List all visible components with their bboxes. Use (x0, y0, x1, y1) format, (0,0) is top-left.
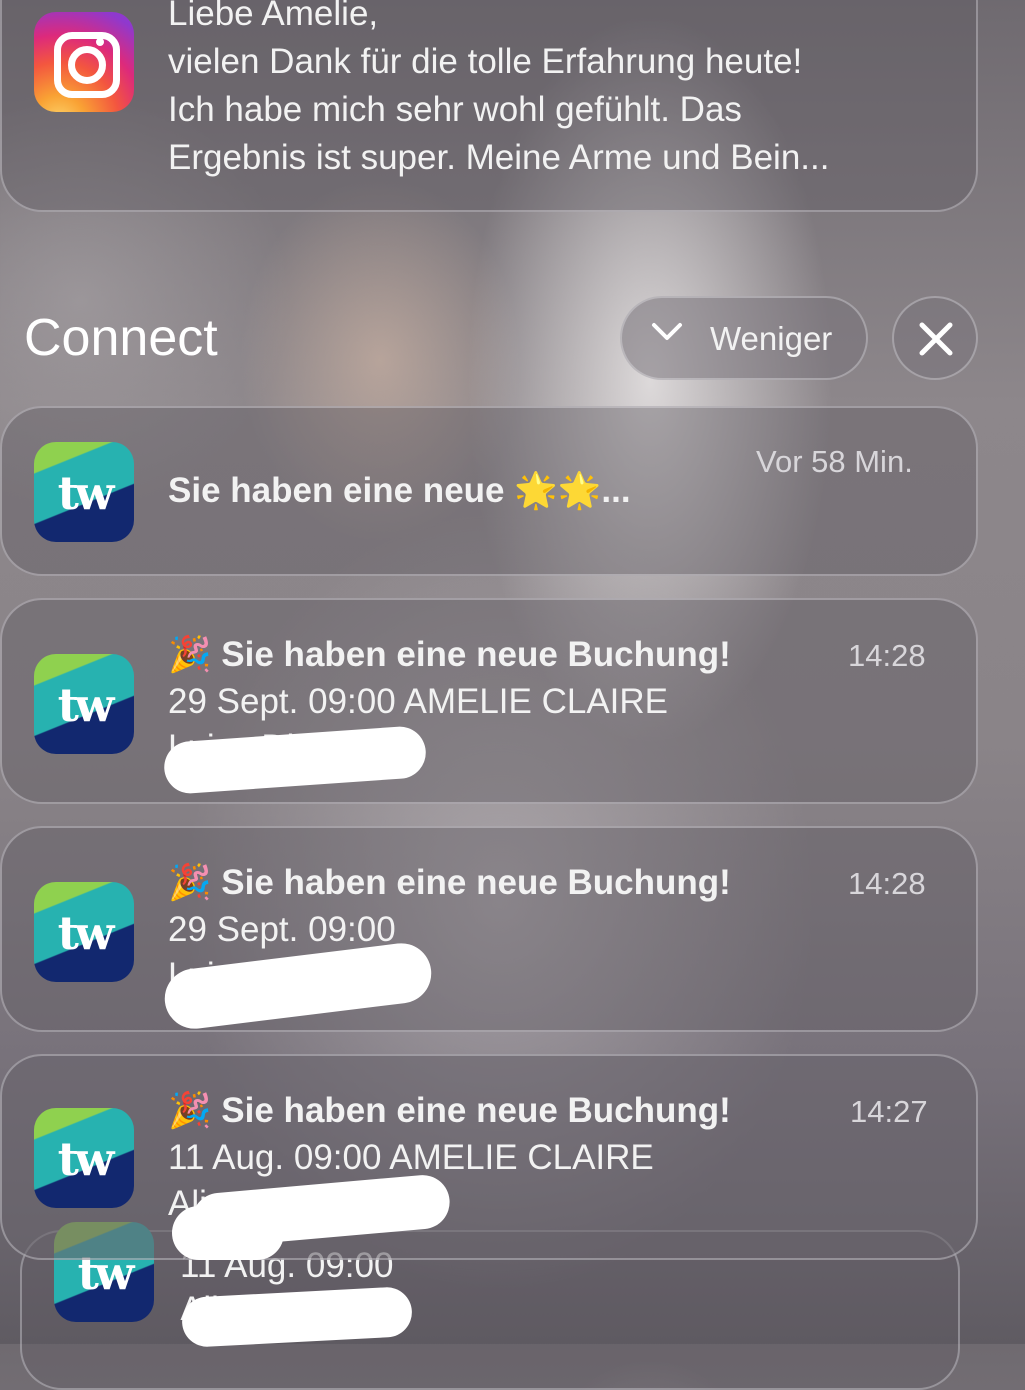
notification-message-line: Ich habe mich sehr wohl gefühlt. Das (168, 90, 742, 129)
notification-body-line: 29 Sept. 09:00 AMELIE CLAIRE (168, 682, 669, 721)
notification-time: 14:27 (850, 1094, 928, 1129)
notification-body-line: 11 Aug. 09:00 AMELIE CLAIRE (168, 1138, 654, 1177)
notification-body-line: 29 Sept. 09:00 (168, 910, 396, 949)
close-icon (916, 319, 956, 364)
notification-card[interactable]: tw 🎉 Sie haben eine neue Buchung! 14:28 … (0, 826, 978, 1033)
tw-app-icon: tw (34, 442, 134, 542)
notification-title: 🎉 Sie haben eine neue Buchung! (168, 863, 731, 902)
notification-card[interactable]: tw Sie haben eine neue 🌟🌟... Vor 58 Min. (0, 406, 978, 576)
notification-time: 14:28 (848, 638, 926, 673)
instagram-icon (34, 12, 134, 112)
notification-message-line: Ergebnis ist super. Meine Arme und Bein.… (168, 138, 830, 177)
close-group-button[interactable] (892, 296, 978, 380)
show-less-label: Weniger (710, 320, 833, 357)
notification-time: 14:28 (848, 866, 926, 901)
redaction-mark (172, 1206, 284, 1260)
tw-app-icon: tw (34, 1108, 134, 1208)
notification-title: 🎉 Sie haben eine neue Buchung! (168, 1091, 731, 1130)
tw-app-icon: tw (34, 654, 134, 754)
show-less-button[interactable]: Weniger (620, 296, 868, 380)
notification-title: 🎉 Sie haben eine neue Buchung! (168, 635, 731, 674)
instagram-notification[interactable]: Liebe Amelie, vielen Dank für die tolle … (0, 0, 978, 212)
notification-card[interactable]: tw 🎉 Sie haben eine neue Buchung! 14:27 … (0, 1054, 978, 1260)
notification-card[interactable]: tw 🎉 Sie haben eine neue Buchung! 14:28 … (0, 598, 978, 804)
notification-message-line: Liebe Amelie, (168, 0, 379, 33)
group-title: Connect (24, 309, 218, 367)
chevron-down-icon (648, 312, 686, 355)
redaction-mark (180, 1286, 414, 1348)
notification-time: Vor 58 Min. (756, 444, 913, 479)
notification-message-line: vielen Dank für die tolle Erfahrung heut… (168, 42, 803, 81)
tw-app-icon: tw (34, 882, 134, 982)
notification-title: Sie haben eine neue 🌟🌟... (168, 471, 631, 510)
